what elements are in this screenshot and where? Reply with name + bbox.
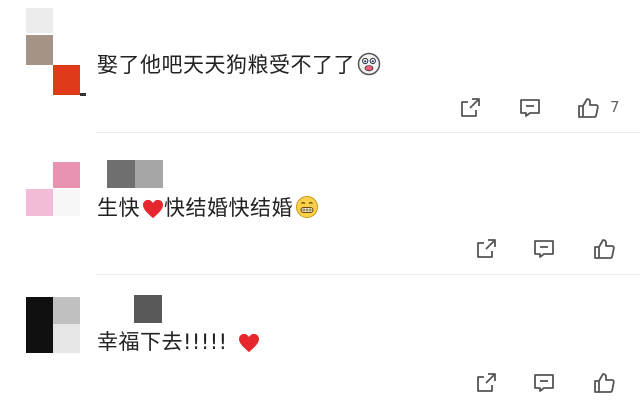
like-button[interactable]: [592, 237, 618, 261]
comment-icon: [520, 99, 540, 117]
comment-actions: [474, 371, 624, 395]
username[interactable]: [134, 295, 164, 323]
reply-button[interactable]: [532, 371, 558, 395]
red-heart-icon: [142, 199, 164, 225]
username[interactable]: [107, 160, 163, 188]
comment-text-part: 生快: [97, 196, 140, 220]
thumbs-up-icon: [594, 373, 615, 393]
comment-text-content: 娶了他吧天天狗粮受不了了: [97, 53, 355, 77]
reply-button[interactable]: [518, 96, 544, 120]
comment-text: 生快 快结婚快结婚: [97, 195, 319, 225]
thumbs-up-icon: [578, 98, 599, 118]
share-icon: [461, 98, 480, 117]
share-button[interactable]: [474, 237, 500, 261]
comment-actions: [474, 237, 624, 261]
share-button[interactable]: [474, 371, 500, 395]
share-icon: [477, 239, 496, 258]
comment-item: 生快 快结婚快结婚: [0, 133, 640, 275]
comment-item: 幸福下去!!!!!: [0, 275, 640, 406]
avatar[interactable]: [26, 8, 88, 96]
comment-text: 幸福下去!!!!!: [97, 329, 260, 359]
comment-icon: [534, 240, 554, 258]
comment-icon: [534, 374, 554, 392]
thumbs-up-icon: [594, 239, 615, 259]
like-button[interactable]: [592, 371, 618, 395]
comment-text-part: 快结婚快结婚: [164, 196, 293, 220]
like-count: 7: [610, 98, 620, 116]
share-button[interactable]: [458, 96, 484, 120]
grinning-face-icon: [295, 195, 319, 225]
share-icon: [477, 373, 496, 392]
reply-button[interactable]: [532, 237, 558, 261]
avatar[interactable]: [26, 162, 82, 216]
red-heart-icon: [238, 333, 260, 359]
comment-item: 娶了他吧天天狗粮受不了了 7: [0, 0, 640, 133]
comment-text: 娶了他吧天天狗粮受不了了: [97, 52, 381, 82]
avatar[interactable]: [26, 297, 82, 353]
comment-actions: 7: [458, 96, 628, 120]
like-button[interactable]: [576, 96, 602, 120]
comment-text-content: 幸福下去!!!!!: [97, 330, 228, 354]
grimacing-face-icon: [357, 52, 381, 82]
